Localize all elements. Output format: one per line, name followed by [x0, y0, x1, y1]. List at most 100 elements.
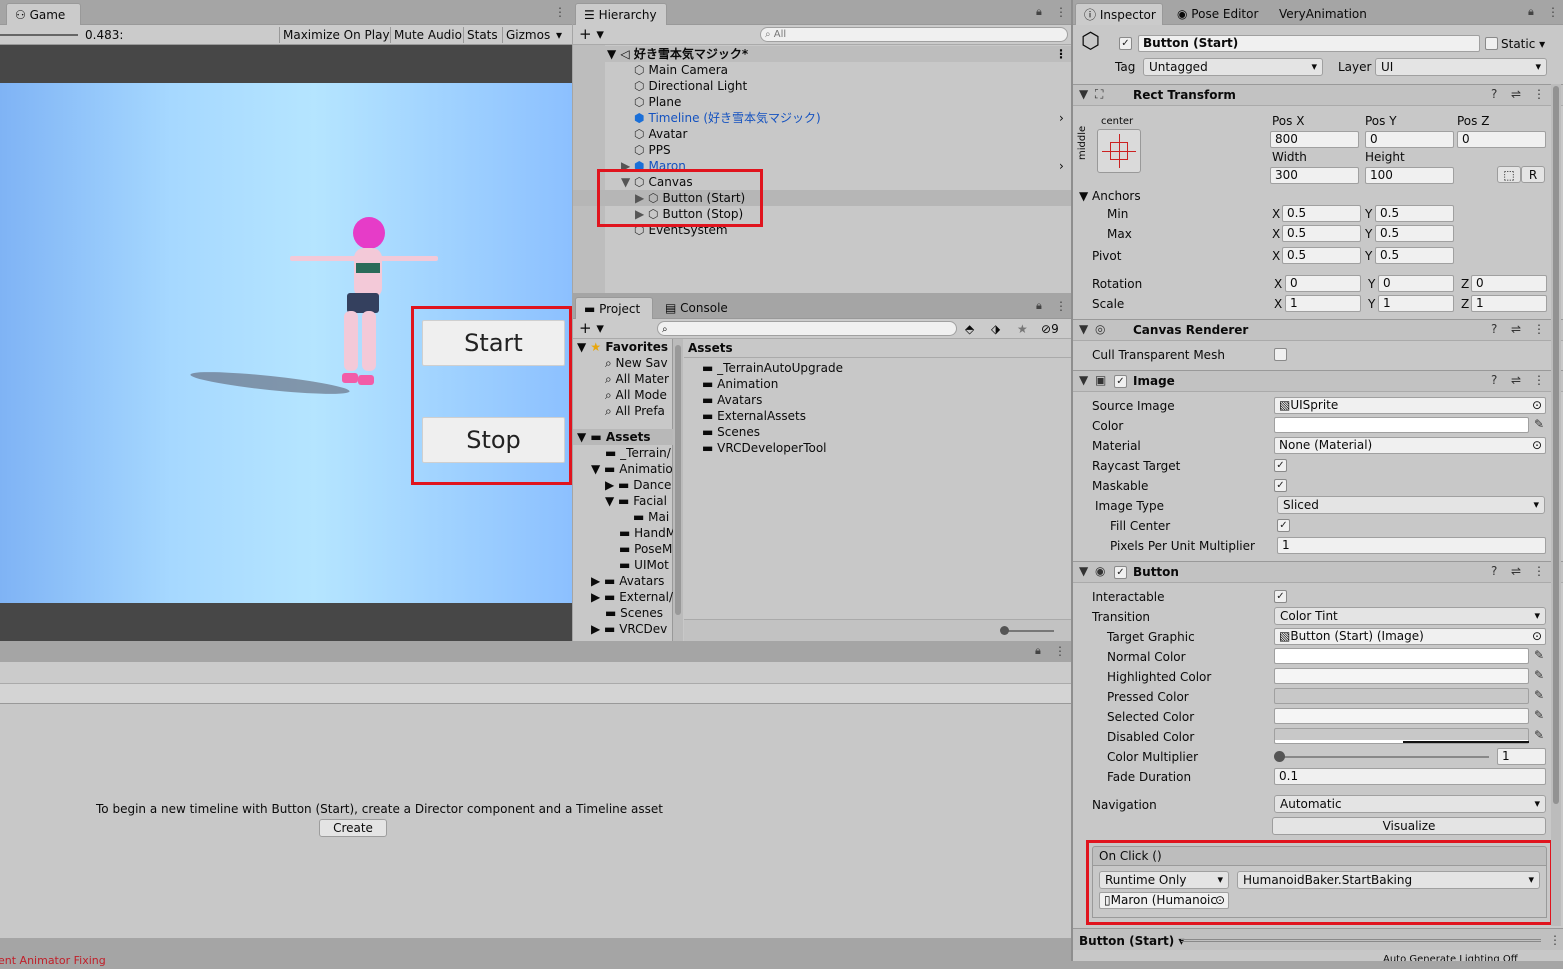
navigation-dropdown[interactable]: Automatic	[1274, 795, 1546, 813]
eyedropper-icon[interactable]: ✎	[1534, 688, 1544, 702]
maskable-checkbox[interactable]: ✓	[1274, 479, 1287, 492]
lock-icon[interactable]: 🔒︎	[1035, 644, 1041, 658]
tab-console[interactable]: ▤ Console	[657, 297, 736, 319]
scene-menu-icon[interactable]: ⋮	[1055, 46, 1067, 62]
source-image-field[interactable]: ▧UISprite ⊙	[1274, 397, 1546, 414]
posy-field[interactable]: 0	[1365, 131, 1454, 148]
posx-field[interactable]: 800	[1270, 131, 1359, 148]
maron-open-arrow-icon[interactable]: ›	[1059, 158, 1064, 174]
favorite-item[interactable]: ⌕ All Mode	[605, 387, 667, 403]
tab-hierarchy[interactable]: ☰ Hierarchy	[575, 3, 667, 25]
help-icon[interactable]: ?	[1491, 564, 1497, 578]
tree-folder[interactable]: ▬ Scenes	[605, 605, 663, 621]
asset-folder[interactable]: ▬ Animation	[702, 376, 778, 392]
scene-root[interactable]: ▼ ◁ 好き雪本気マジック* ⋮	[573, 46, 1071, 62]
tree-folder[interactable]: ▬ PoseM	[619, 541, 672, 557]
settings-icon[interactable]: ⇌	[1511, 87, 1521, 101]
settings-icon[interactable]: ⇌	[1511, 564, 1521, 578]
tree-folder[interactable]: ▼ ▬ Animatio	[591, 461, 673, 477]
tree-scrollbar[interactable]	[673, 339, 683, 641]
asset-folder[interactable]: ▬ VRCDeveloperTool	[702, 440, 827, 456]
anchors-foldout[interactable]: ▼ Anchors	[1079, 188, 1141, 204]
button-header[interactable]: ▼ ◉ ✓ Button ? ⇌ ⋮	[1073, 561, 1563, 583]
create-menu-icon[interactable]: + ▾	[579, 320, 604, 336]
scale-slider[interactable]	[0, 34, 78, 36]
anchor-max-x-field[interactable]: 0.5	[1282, 225, 1361, 242]
anchor-preset-button[interactable]	[1097, 129, 1141, 173]
settings-icon[interactable]: ⇌	[1511, 373, 1521, 387]
timeline-open-arrow-icon[interactable]: ›	[1059, 110, 1064, 126]
rect-transform-header[interactable]: ▼ ⛶ Rect Transform ? ⇌ ⋮	[1073, 84, 1563, 106]
tree-folder[interactable]: ▬ HandM	[619, 525, 676, 541]
favorite-item[interactable]: ⌕ All Prefa	[605, 403, 665, 419]
icon-size-slider[interactable]	[1002, 630, 1054, 632]
pressed-color-swatch[interactable]	[1274, 688, 1529, 704]
scale-z-field[interactable]: 1	[1471, 295, 1547, 312]
asset-folder[interactable]: ▬ Scenes	[702, 424, 760, 440]
lock-icon[interactable]: 🔒︎	[1036, 299, 1042, 313]
hidden-count[interactable]: ⊘9	[1041, 321, 1059, 337]
icon-size-handle[interactable]	[1000, 626, 1009, 635]
tab-inspector[interactable]: ⓘ Inspector	[1075, 3, 1163, 25]
help-icon[interactable]: ?	[1491, 87, 1497, 101]
favorite-item[interactable]: ⌕ All Mater	[605, 371, 669, 387]
filter-type-icon[interactable]: ⬘	[965, 321, 974, 337]
color-multiplier-slider[interactable]	[1279, 756, 1489, 758]
gizmos-dropdown-icon[interactable]: ▾	[556, 27, 562, 43]
fill-center-checkbox[interactable]: ✓	[1277, 519, 1290, 532]
tree-folder[interactable]: ▶ ▬ External/	[591, 589, 673, 605]
layer-dropdown[interactable]: UI	[1375, 58, 1547, 76]
hierarchy-item-main-camera[interactable]: ⬡ Main Camera	[634, 62, 728, 78]
hierarchy-item-pps[interactable]: ⬡ PPS	[634, 142, 671, 158]
inspector-scroll-thumb[interactable]	[1553, 86, 1559, 804]
stats-button[interactable]: Stats	[463, 27, 498, 43]
canvas-renderer-header[interactable]: ▼ ◎ Canvas Renderer ? ⇌ ⋮	[1073, 319, 1563, 341]
eyedropper-icon[interactable]: ✎	[1534, 417, 1544, 431]
game-menu-icon[interactable]: ⋮	[554, 5, 566, 19]
color-swatch[interactable]	[1274, 417, 1529, 433]
anchor-min-x-field[interactable]: 0.5	[1282, 205, 1361, 222]
create-timeline-button[interactable]: Create	[319, 819, 387, 837]
object-picker-icon[interactable]: ⊙	[1532, 398, 1542, 413]
tab-project[interactable]: ▬ Project	[575, 297, 653, 319]
asset-folder[interactable]: ▬ Avatars	[702, 392, 762, 408]
fade-duration-field[interactable]: 0.1	[1274, 768, 1546, 785]
asset-folder[interactable]: ▬ _TerrainAutoUpgrade	[702, 360, 843, 376]
disabled-color-swatch[interactable]	[1274, 728, 1529, 744]
help-icon[interactable]: ?	[1491, 373, 1497, 387]
scale-y-field[interactable]: 1	[1378, 295, 1454, 312]
favorites-header[interactable]: ▼ ★ Favorites	[577, 339, 668, 355]
object-picker-icon[interactable]: ⊙	[1532, 438, 1542, 453]
image-enabled-checkbox[interactable]: ✓	[1114, 375, 1127, 388]
rotation-x-field[interactable]: 0	[1285, 275, 1361, 292]
hierarchy-item-plane[interactable]: ⬡ Plane	[634, 94, 681, 110]
favorite-item[interactable]: ⌕ New Sav	[605, 355, 668, 371]
static-checkbox[interactable]	[1485, 37, 1498, 50]
interactable-checkbox[interactable]: ✓	[1274, 590, 1287, 603]
project-menu-icon[interactable]: ⋮	[1055, 299, 1067, 313]
footer-menu-icon[interactable]: ⋮	[1549, 933, 1561, 947]
eyedropper-icon[interactable]: ✎	[1534, 668, 1544, 682]
assets-breadcrumb[interactable]: Assets	[688, 340, 733, 356]
mute-audio-button[interactable]: Mute Audio	[390, 27, 462, 43]
add-icon[interactable]: + ▾	[579, 26, 604, 42]
rotation-y-field[interactable]: 0	[1378, 275, 1454, 292]
active-checkbox[interactable]: ✓	[1119, 37, 1132, 50]
raw-edit-button[interactable]: R	[1521, 166, 1545, 183]
hierarchy-item-directional-light[interactable]: ⬡ Directional Light	[634, 78, 747, 94]
scale-x-field[interactable]: 1	[1285, 295, 1361, 312]
anchor-min-y-field[interactable]: 0.5	[1375, 205, 1454, 222]
eyedropper-icon[interactable]: ✎	[1534, 648, 1544, 662]
assets-header[interactable]: ▼ ▬ Assets	[573, 429, 673, 445]
footer-object-dropdown[interactable]: Button (Start) ▾	[1079, 933, 1184, 949]
object-picker-icon[interactable]: ⊙	[1532, 629, 1542, 644]
transition-dropdown[interactable]: Color Tint	[1274, 607, 1546, 625]
tree-folder[interactable]: ▼ ▬ Facial	[605, 493, 667, 509]
tree-folder[interactable]: ▶ ▬ Avatars	[591, 573, 664, 589]
tree-folder[interactable]: ▬ UIMot	[619, 557, 669, 573]
tree-folder[interactable]: ▶ ▬ Dance	[605, 477, 671, 493]
inspector-menu-icon[interactable]: ⋮	[1547, 5, 1559, 19]
gizmos-button[interactable]: Gizmos	[502, 27, 550, 43]
tree-folder[interactable]: ▶ ▬ VRCDev	[591, 621, 667, 637]
component-menu-icon[interactable]: ⋮	[1533, 87, 1545, 101]
